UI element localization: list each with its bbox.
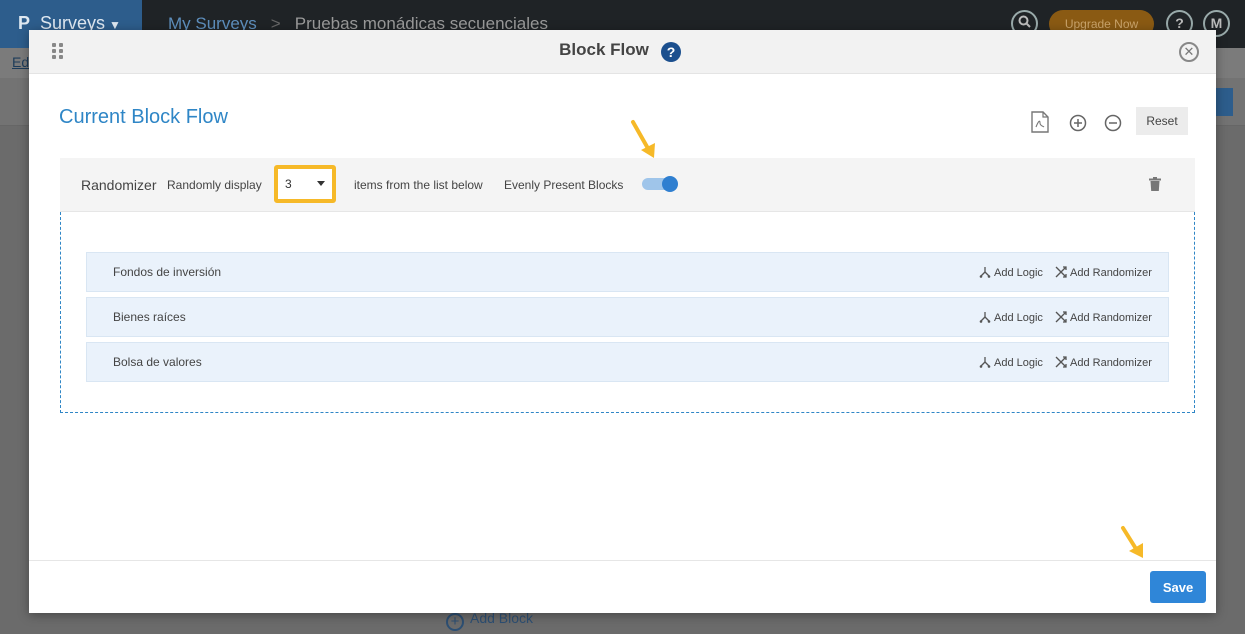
add-logic-label: Add Logic xyxy=(994,267,1043,279)
plus-circle-icon: + xyxy=(446,613,464,631)
add-logic-label: Add Logic xyxy=(994,312,1043,324)
evenly-present-label: Evenly Present Blocks xyxy=(504,178,624,192)
logic-icon xyxy=(979,267,991,278)
display-count-select[interactable]: 3 xyxy=(274,165,336,203)
reset-button[interactable]: Reset xyxy=(1136,107,1188,135)
add-block-button[interactable]: + Add Block xyxy=(446,610,533,631)
toggle-knob xyxy=(662,176,678,192)
add-randomizer-label: Add Randomizer xyxy=(1070,267,1152,279)
block-name: Bienes raíces xyxy=(113,310,186,324)
section-title: Current Block Flow xyxy=(59,106,228,128)
modal-header: Block Flow ? ✕ xyxy=(29,30,1216,74)
zoom-in-icon[interactable] xyxy=(1069,114,1087,137)
add-randomizer-button[interactable]: Add Randomizer xyxy=(1055,311,1152,324)
arrow-pointer-icon xyxy=(1121,526,1143,558)
add-logic-button[interactable]: Add Logic xyxy=(979,356,1043,369)
add-randomizer-button[interactable]: Add Randomizer xyxy=(1055,266,1152,279)
add-randomizer-button[interactable]: Add Randomizer xyxy=(1055,356,1152,369)
zoom-out-icon[interactable] xyxy=(1104,114,1122,137)
modal-footer: Save xyxy=(29,560,1216,613)
edit-link[interactable]: Ed xyxy=(12,54,29,70)
logic-icon xyxy=(979,312,991,323)
trash-icon[interactable] xyxy=(1149,177,1161,196)
block-row[interactable]: Bienes raíces Add Logic Add Randomizer xyxy=(86,297,1169,337)
block-name: Bolsa de valores xyxy=(113,355,202,369)
add-logic-label: Add Logic xyxy=(994,357,1043,369)
block-row[interactable]: Bolsa de valores Add Logic Add Randomize… xyxy=(86,342,1169,382)
items-from-list-label: items from the list below xyxy=(354,178,483,192)
modal-title: Block Flow xyxy=(559,40,649,59)
add-randomizer-label: Add Randomizer xyxy=(1070,357,1152,369)
randomizer-body: Fondos de inversión Add Logic Add Random… xyxy=(60,212,1195,413)
randomly-display-label: Randomly display xyxy=(167,178,262,192)
close-icon[interactable]: ✕ xyxy=(1179,42,1199,62)
shuffle-icon xyxy=(1055,356,1067,368)
block-flow-modal: Block Flow ? ✕ Current Block Flow Reset … xyxy=(29,30,1216,613)
shuffle-icon xyxy=(1055,311,1067,323)
evenly-present-toggle[interactable] xyxy=(642,176,678,192)
caret-down-icon xyxy=(317,181,325,186)
randomizer-header: Randomizer Randomly display 3 items from… xyxy=(60,158,1195,212)
display-count-value: 3 xyxy=(285,177,292,191)
arrow-pointer-icon xyxy=(631,120,655,158)
shuffle-icon xyxy=(1055,266,1067,278)
help-icon[interactable]: ? xyxy=(661,42,681,62)
add-logic-button[interactable]: Add Logic xyxy=(979,311,1043,324)
logic-icon xyxy=(979,357,991,368)
save-button[interactable]: Save xyxy=(1150,571,1206,603)
add-randomizer-label: Add Randomizer xyxy=(1070,312,1152,324)
pdf-icon[interactable] xyxy=(1031,111,1049,138)
add-logic-button[interactable]: Add Logic xyxy=(979,266,1043,279)
randomizer-label: Randomizer xyxy=(81,177,157,193)
block-name: Fondos de inversión xyxy=(113,265,222,279)
block-row[interactable]: Fondos de inversión Add Logic Add Random… xyxy=(86,252,1169,292)
